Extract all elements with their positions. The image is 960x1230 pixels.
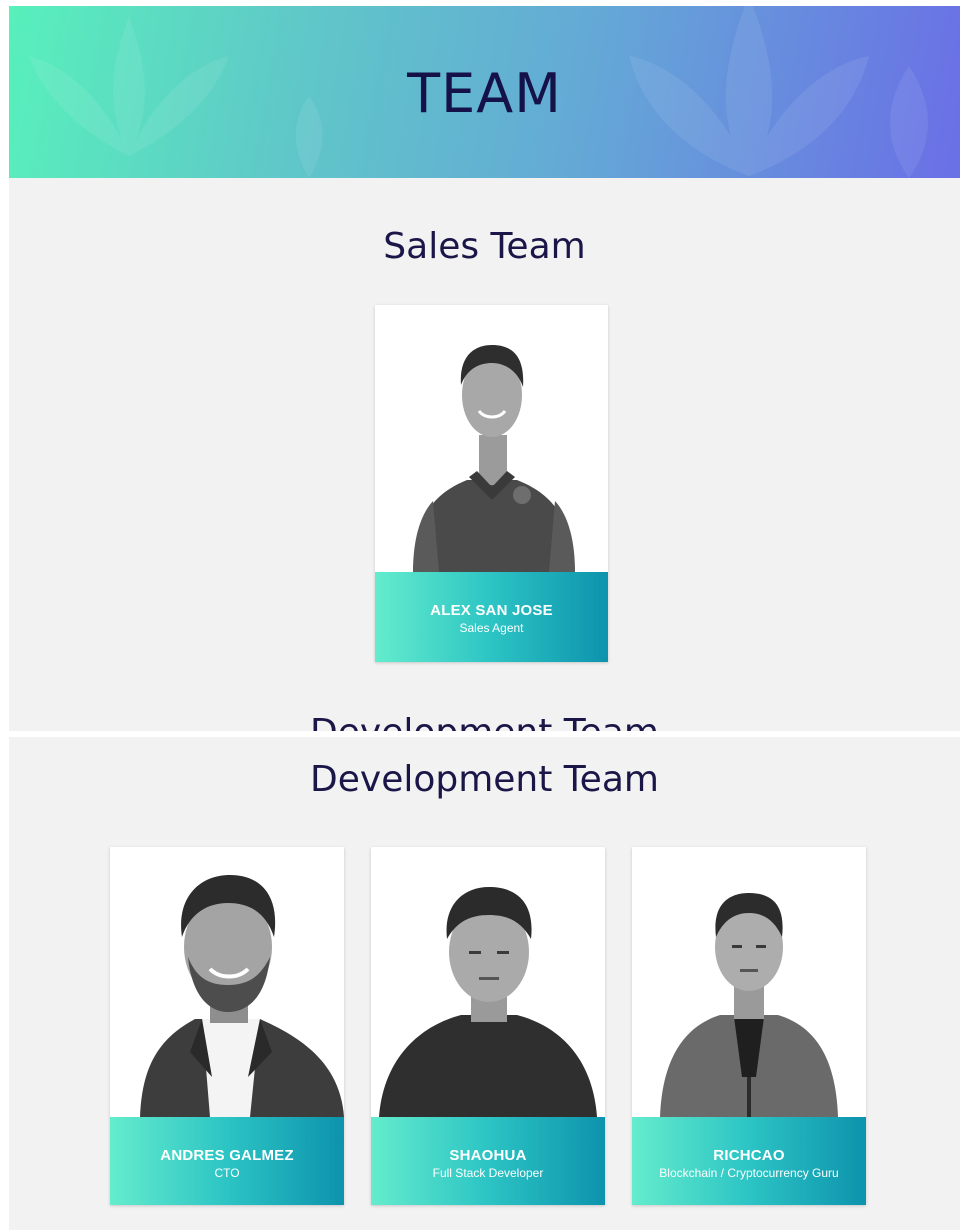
member-role: Blockchain / Cryptocurrency Guru [659,1166,839,1180]
member-photo-alex [375,305,608,572]
member-photo-shaohua [371,847,605,1117]
member-caption: SHAOHUA Full Stack Developer [371,1117,605,1205]
member-role: Full Stack Developer [432,1166,544,1180]
member-name: SHAOHUA [449,1147,527,1164]
member-caption: RICHCAO Blockchain / Cryptocurrency Guru [632,1117,866,1205]
development-team-section: Development Team ANDRES GALMEZ CTO SHAOH… [9,737,960,1230]
page-title: TEAM [407,62,562,125]
person-portrait-icon [660,893,838,1117]
member-name: ALEX SAN JOSE [430,602,553,619]
member-photo-richcao [632,847,866,1117]
member-name: RICHCAO [713,1147,785,1164]
team-page: TEAM Sales Team ALEX SAN JOSE Sales Agen… [0,0,960,1230]
team-member-card-andres[interactable]: ANDRES GALMEZ CTO [110,847,344,1205]
sales-team-heading: Sales Team [383,226,586,267]
member-name: ANDRES GALMEZ [160,1147,294,1164]
member-photo-andres [110,847,344,1117]
development-team-heading-peek: Development Team [9,712,960,731]
sales-team-section: Sales Team ALEX SAN JOSE Sales Agent [9,178,960,731]
member-caption: ALEX SAN JOSE Sales Agent [375,572,608,662]
team-member-card-shaohua[interactable]: SHAOHUA Full Stack Developer [371,847,605,1205]
team-member-card-richcao[interactable]: RICHCAO Blockchain / Cryptocurrency Guru [632,847,866,1205]
member-caption: ANDRES GALMEZ CTO [110,1117,344,1205]
person-portrait-icon [379,887,597,1117]
person-portrait-icon [140,875,344,1117]
member-role: CTO [214,1166,240,1180]
member-role: Sales Agent [459,621,524,635]
person-portrait-icon [413,345,575,572]
hero-banner: TEAM [9,6,960,178]
team-member-card-alex[interactable]: ALEX SAN JOSE Sales Agent [375,305,608,662]
development-team-heading: Development Team [310,759,659,800]
